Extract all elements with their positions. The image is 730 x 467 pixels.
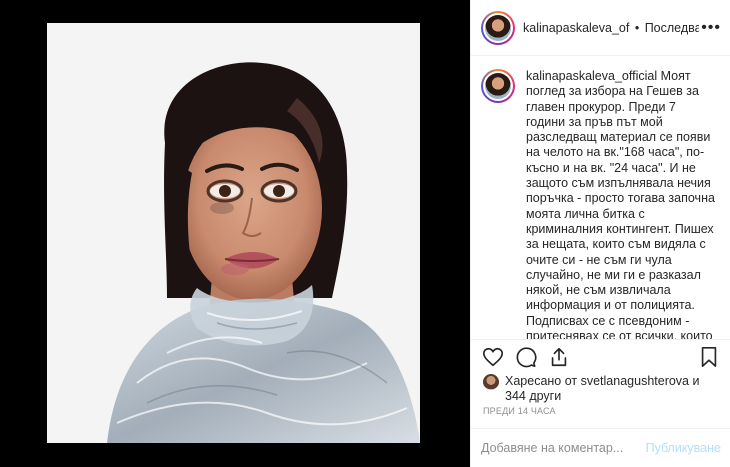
caption-author-avatar[interactable] [481,69,515,103]
liker-avatar[interactable] [483,374,499,390]
caption-section: kalinapaskaleva_official Моят поглед за … [471,57,730,339]
media-area [0,0,470,467]
header-separator: • [634,20,640,35]
likes-middle: и [689,374,700,388]
caption-text: Моят поглед за избора на Гешев за главен… [526,69,715,339]
post-caption: kalinapaskaleva_official Моят поглед за … [526,69,717,339]
header-text: kalinapaskaleva_of • Последвано [523,21,699,35]
action-bar [471,339,730,373]
follow-status-button[interactable]: Последвано [645,21,699,35]
comment-icon[interactable] [514,345,538,369]
liker-username-link[interactable]: svetlanagushterova [581,374,689,388]
share-icon[interactable] [547,345,571,369]
likes-others-link[interactable]: 344 други [505,389,561,403]
portrait-image [47,23,420,443]
author-avatar[interactable] [481,10,515,45]
likes-text: Харесано от svetlanagushterova и 344 дру… [505,374,699,404]
caption-username-link[interactable]: kalinapaskaleva_official [526,69,657,83]
post-timestamp[interactable]: ПРЕДИ 14 ЧАСА [483,406,556,416]
more-options-icon[interactable]: ••• [699,19,721,37]
author-username-link[interactable]: kalinapaskaleva_of [523,21,629,35]
post-header: kalinapaskaleva_of • Последвано ••• [471,0,730,56]
bookmark-icon[interactable] [697,345,721,369]
post-photo[interactable] [47,23,420,443]
add-comment-bar: Публикуване [471,428,730,467]
post-side-panel: kalinapaskaleva_of • Последвано ••• kali… [470,0,730,467]
likes-summary: Харесано от svetlanagushterova и 344 дру… [483,374,723,404]
publish-button[interactable]: Публикуване [646,441,721,455]
comment-input[interactable] [481,441,646,455]
heart-icon[interactable] [481,345,505,369]
likes-prefix: Харесано от [505,374,581,388]
